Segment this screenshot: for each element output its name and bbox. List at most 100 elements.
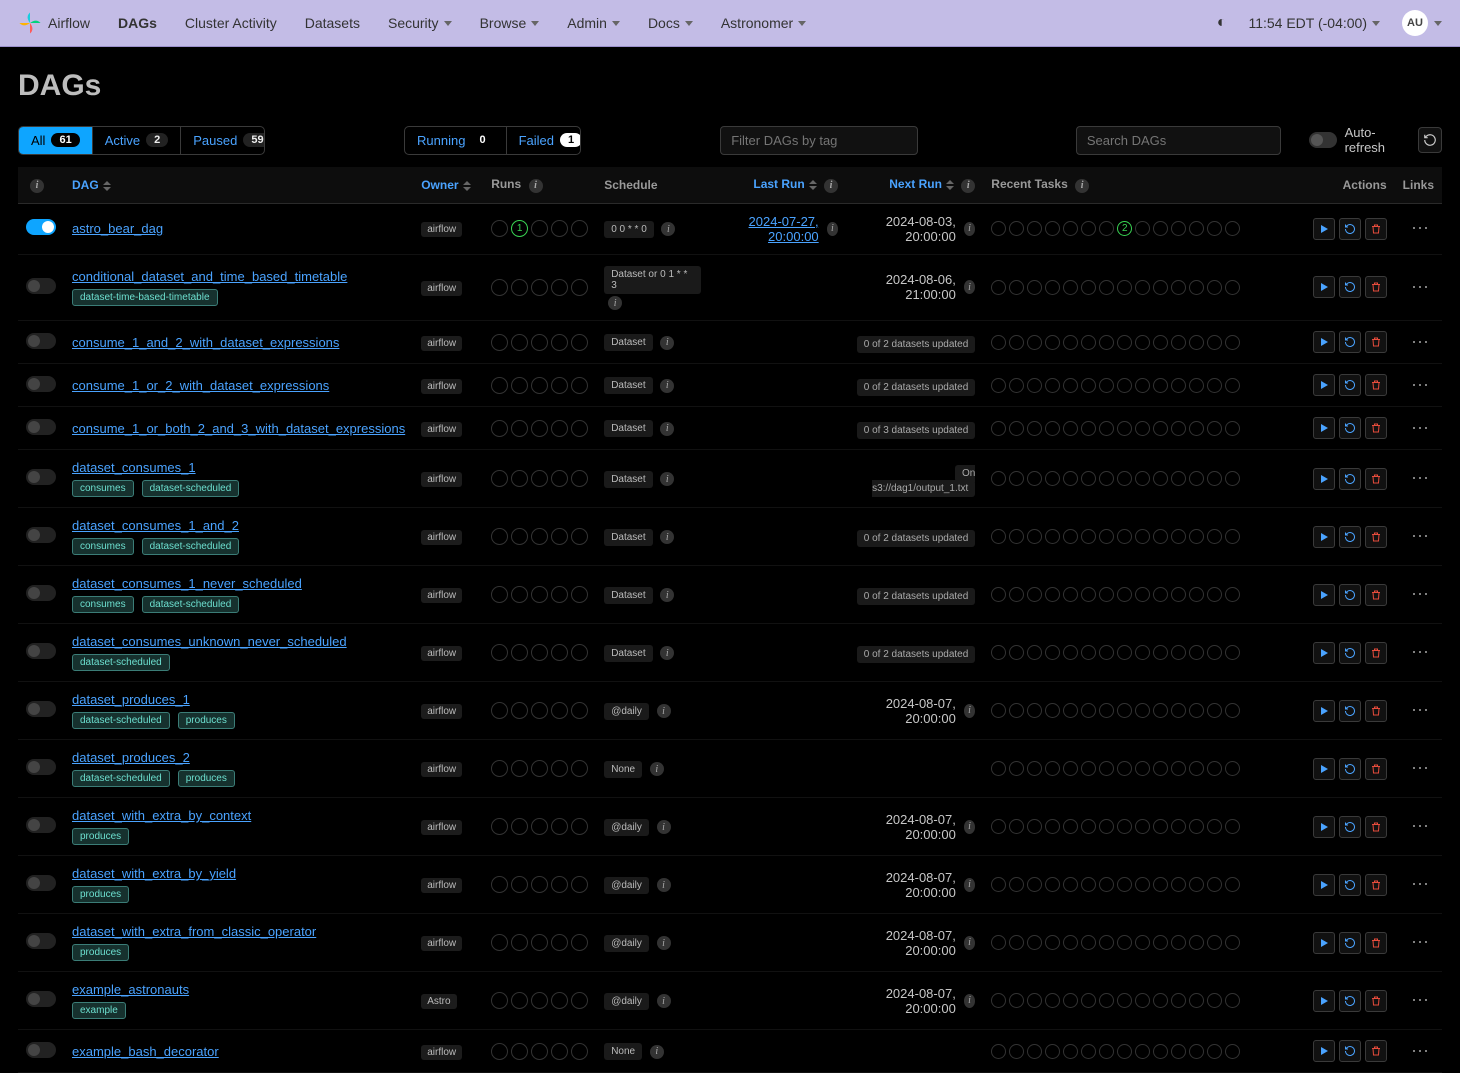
status-circle[interactable] — [1153, 335, 1168, 350]
status-circle[interactable] — [1207, 645, 1222, 660]
status-circle[interactable] — [1009, 378, 1024, 393]
dag-link[interactable]: dataset_with_extra_by_context — [72, 808, 251, 823]
status-circle[interactable] — [531, 586, 548, 603]
col-dag[interactable]: DAG — [64, 167, 413, 203]
dag-toggle[interactable] — [26, 759, 56, 775]
status-circle[interactable] — [1207, 935, 1222, 950]
status-circle[interactable] — [511, 876, 528, 893]
status-circle[interactable] — [531, 420, 548, 437]
status-circle[interactable] — [1225, 587, 1240, 602]
schedule-pill[interactable]: Dataset — [604, 471, 652, 488]
info-icon[interactable]: i — [964, 222, 975, 236]
trigger-dag-button[interactable] — [1313, 1040, 1335, 1062]
info-icon[interactable]: i — [964, 280, 975, 294]
schedule-pill[interactable]: @daily — [604, 935, 649, 952]
status-circle[interactable] — [551, 377, 568, 394]
status-circle[interactable] — [1081, 877, 1096, 892]
status-circle[interactable] — [991, 877, 1006, 892]
status-circle[interactable] — [571, 220, 588, 237]
status-circle[interactable] — [1189, 819, 1204, 834]
status-circle[interactable] — [1189, 877, 1204, 892]
status-circle[interactable] — [1225, 761, 1240, 776]
tag[interactable]: produces — [178, 712, 235, 729]
info-icon[interactable]: i — [964, 820, 975, 834]
status-circle[interactable] — [1153, 1044, 1168, 1059]
status-circle[interactable] — [1063, 761, 1078, 776]
status-circle[interactable] — [1225, 645, 1240, 660]
delete-dag-button[interactable] — [1365, 468, 1387, 490]
schedule-pill[interactable]: @daily — [604, 993, 649, 1010]
refresh-dag-button[interactable] — [1339, 417, 1361, 439]
refresh-dag-button[interactable] — [1339, 331, 1361, 353]
status-circle[interactable] — [1045, 587, 1060, 602]
tag[interactable]: produces — [72, 944, 129, 961]
status-circle[interactable] — [1189, 761, 1204, 776]
status-circle[interactable] — [491, 334, 508, 351]
dataset-status-badge[interactable]: 0 of 2 datasets updated — [857, 336, 976, 353]
owner-badge[interactable]: airflow — [421, 530, 462, 545]
owner-badge[interactable]: airflow — [421, 336, 462, 351]
status-circle[interactable] — [1117, 703, 1132, 718]
dag-toggle[interactable] — [26, 991, 56, 1007]
status-circle[interactable] — [1045, 529, 1060, 544]
dag-link[interactable]: astro_bear_dag — [72, 221, 163, 236]
more-links-icon[interactable]: ⋯ — [1407, 332, 1434, 352]
status-circle[interactable] — [511, 818, 528, 835]
status-circle[interactable] — [1117, 935, 1132, 950]
status-circle[interactable] — [1027, 378, 1042, 393]
schedule-pill[interactable]: Dataset or 0 1 * * 3 — [604, 266, 701, 294]
status-circle[interactable] — [1207, 1044, 1222, 1059]
status-circle[interactable] — [1099, 335, 1114, 350]
dataset-status-badge[interactable]: 0 of 2 datasets updated — [857, 379, 976, 396]
status-circle[interactable] — [571, 876, 588, 893]
status-circle[interactable] — [1045, 335, 1060, 350]
status-circle[interactable] — [1189, 471, 1204, 486]
status-circle[interactable] — [1027, 335, 1042, 350]
status-circle[interactable] — [1189, 335, 1204, 350]
status-circle[interactable] — [1117, 280, 1132, 295]
status-circle[interactable] — [1099, 993, 1114, 1008]
dataset-status-badge[interactable]: 0 of 3 datasets updated — [857, 422, 976, 439]
more-links-icon[interactable]: ⋯ — [1407, 375, 1434, 395]
status-circle[interactable] — [1009, 819, 1024, 834]
status-circle[interactable] — [511, 1043, 528, 1060]
status-circle[interactable] — [1099, 221, 1114, 236]
status-circle[interactable] — [571, 1043, 588, 1060]
tag[interactable]: dataset-scheduled — [72, 712, 170, 729]
last-run-link[interactable]: 2024-07-27, 20:00:00 — [717, 214, 818, 244]
status-circle[interactable] — [1063, 221, 1078, 236]
delete-dag-button[interactable] — [1365, 700, 1387, 722]
delete-dag-button[interactable] — [1365, 990, 1387, 1012]
dag-link[interactable]: dataset_consumes_1_and_2 — [72, 518, 239, 533]
status-circle[interactable] — [991, 280, 1006, 295]
status-circle[interactable] — [531, 220, 548, 237]
refresh-dag-button[interactable] — [1339, 990, 1361, 1012]
status-circle[interactable] — [991, 378, 1006, 393]
dag-link[interactable]: example_bash_decorator — [72, 1044, 219, 1059]
status-circle[interactable] — [1153, 935, 1168, 950]
status-circle[interactable] — [1081, 280, 1096, 295]
tag[interactable]: consumes — [72, 480, 134, 497]
status-circle[interactable] — [991, 993, 1006, 1008]
status-circle[interactable] — [1135, 529, 1150, 544]
more-links-icon[interactable]: ⋯ — [1407, 758, 1434, 778]
status-circle[interactable] — [1063, 378, 1078, 393]
owner-badge[interactable]: airflow — [421, 222, 462, 237]
status-circle[interactable] — [1063, 587, 1078, 602]
status-circle[interactable]: 2 — [1117, 221, 1132, 236]
status-circle[interactable] — [1153, 471, 1168, 486]
status-circle[interactable] — [1027, 877, 1042, 892]
status-circle[interactable] — [1009, 471, 1024, 486]
status-circle[interactable] — [1045, 1044, 1060, 1059]
trigger-dag-button[interactable] — [1313, 374, 1335, 396]
status-circle[interactable] — [1081, 645, 1096, 660]
info-icon[interactable]: i — [964, 704, 975, 718]
status-circle[interactable] — [1171, 378, 1186, 393]
status-circle[interactable] — [571, 644, 588, 661]
status-circle[interactable] — [1099, 645, 1114, 660]
more-links-icon[interactable]: ⋯ — [1407, 816, 1434, 836]
dag-toggle[interactable] — [26, 219, 56, 235]
status-circle[interactable] — [1099, 703, 1114, 718]
status-circle[interactable] — [1117, 529, 1132, 544]
dataset-status-badge[interactable]: 0 of 2 datasets updated — [857, 646, 976, 663]
